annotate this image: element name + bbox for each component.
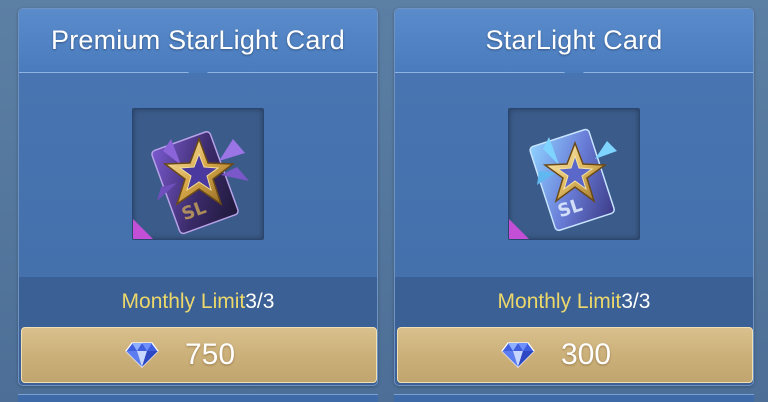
monthly-limit-value: 3/3 (245, 290, 275, 313)
price-value: 750 (184, 338, 236, 371)
card-title: StarLight Card (485, 25, 663, 55)
price-value: 300 (560, 338, 612, 371)
item-frame[interactable]: SL (132, 108, 264, 240)
card-title: Premium StarLight Card (50, 25, 345, 55)
starlight-card-icon: SL (509, 128, 617, 239)
card-body: SL (19, 73, 377, 277)
diamond-icon (125, 342, 159, 368)
next-card-edge (18, 394, 378, 402)
monthly-limit-value: 3/3 (621, 290, 651, 313)
card-header: StarLight Card (395, 9, 753, 81)
monthly-limit-row: Monthly Limit 3/3 (19, 277, 377, 327)
monthly-limit-row: Monthly Limit 3/3 (395, 277, 753, 327)
buy-button[interactable]: 750 (21, 327, 377, 383)
buy-button[interactable]: 300 (397, 327, 753, 383)
premium-starlight-card-icon: SL (133, 131, 249, 239)
card-body: SL (395, 73, 753, 277)
premium-starlight-card[interactable]: Premium StarLight Card SL Monthly Limit … (18, 8, 378, 386)
item-frame[interactable]: SL (508, 108, 640, 240)
next-card-edge (394, 394, 754, 402)
diamond-icon (501, 342, 535, 368)
starlight-card[interactable]: StarLight Card SL Monthly Limit 3/3 300 (394, 8, 754, 386)
monthly-limit-label: Monthly Limit (497, 290, 622, 313)
card-header: Premium StarLight Card (19, 9, 377, 81)
monthly-limit-label: Monthly Limit (121, 290, 246, 313)
